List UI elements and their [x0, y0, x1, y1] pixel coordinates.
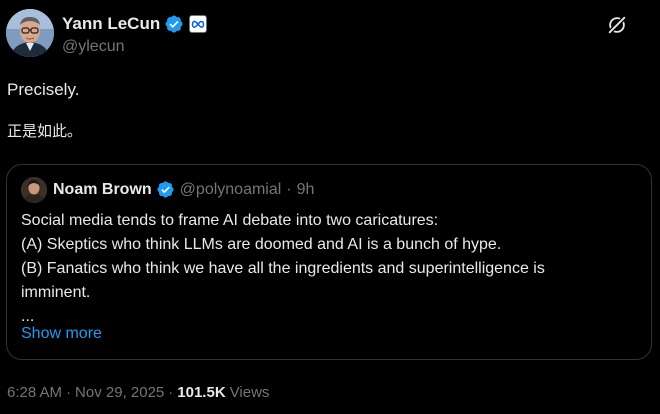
- tweet: Yann LeCun @ylecun Precisely. 正是如此。 Noam…: [0, 0, 660, 414]
- post-text: Precisely.: [7, 80, 80, 99]
- author-name-row: Yann LeCun: [62, 12, 208, 36]
- quoted-handle[interactable]: @polynoamial: [180, 181, 282, 199]
- quoted-text-line: imminent.: [21, 284, 91, 301]
- views-count: 101.5K: [177, 384, 226, 401]
- quoted-text-line: (A) Skeptics who think LLMs are doomed a…: [21, 236, 502, 253]
- post-date[interactable]: Nov 29, 2025: [75, 384, 164, 401]
- show-more-link[interactable]: Show more: [21, 325, 102, 343]
- author-block: Yann LeCun @ylecun: [62, 12, 208, 56]
- meta-separator: ·: [168, 384, 174, 401]
- meta-separator: ·: [66, 384, 72, 401]
- views-label: Views: [229, 384, 270, 401]
- quoted-author-avatar[interactable]: [21, 177, 47, 203]
- grok-icon[interactable]: [606, 14, 628, 36]
- quoted-header: Noam Brown @polynoamial · 9h: [53, 180, 314, 199]
- verified-badge-icon[interactable]: [164, 14, 184, 34]
- meta-logo-icon[interactable]: [189, 15, 208, 33]
- post-metadata: 6:28 AM · Nov 29, 2025 · 101.5K Views: [7, 384, 269, 401]
- quoted-text-line: Social media tends to frame AI debate in…: [21, 212, 439, 229]
- avatar-portrait-icon: [21, 177, 47, 203]
- post-translation: 正是如此。: [7, 123, 83, 140]
- quoted-tweet-card[interactable]: Noam Brown @polynoamial · 9h Social medi…: [6, 164, 652, 360]
- quoted-text: Social media tends to frame AI debate in…: [21, 209, 641, 329]
- quoted-display-name[interactable]: Noam Brown: [53, 181, 152, 199]
- author-handle[interactable]: @ylecun: [62, 38, 207, 56]
- quoted-text-line: (B) Fanatics who think we have all the i…: [21, 260, 545, 277]
- quoted-text-line: ...: [21, 308, 35, 325]
- verified-badge-icon[interactable]: [156, 180, 175, 199]
- quoted-separator: ·: [286, 180, 292, 198]
- quoted-age[interactable]: 9h: [297, 181, 315, 199]
- post-time[interactable]: 6:28 AM: [7, 384, 62, 401]
- author-display-name[interactable]: Yann LeCun: [62, 14, 160, 34]
- avatar-portrait-icon: [6, 9, 54, 57]
- author-avatar[interactable]: [6, 9, 54, 57]
